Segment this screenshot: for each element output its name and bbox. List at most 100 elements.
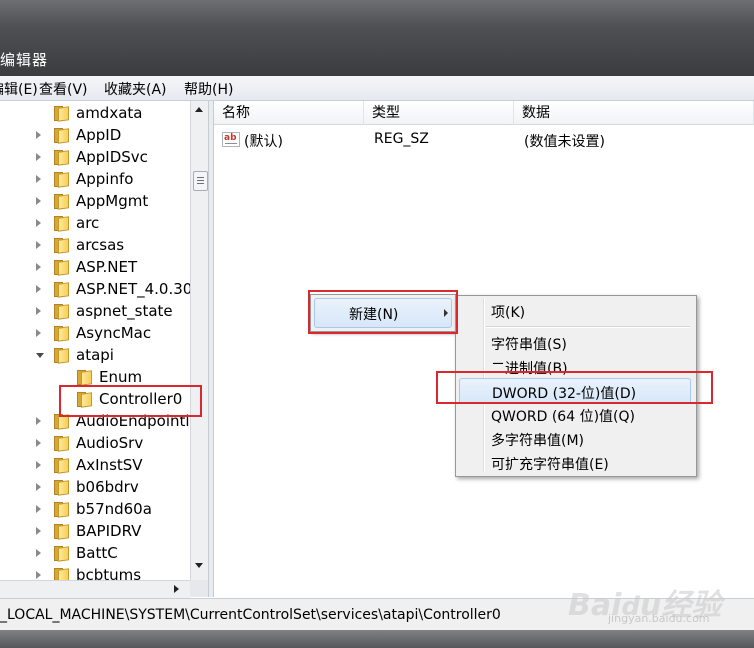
tree-item-controller0[interactable]: Controller0: [0, 389, 190, 411]
tree-item-asyncmac[interactable]: AsyncMac: [0, 323, 190, 345]
expand-arrow-icon[interactable]: [36, 439, 41, 447]
scroll-down-arrow-icon[interactable]: [195, 563, 203, 568]
tree-item-amdxata[interactable]: amdxata: [0, 103, 190, 125]
submenu-item-binary-value[interactable]: 二进制值(B): [459, 356, 691, 378]
context-menu: 新建(N): [310, 294, 456, 332]
tree-item-label: Controller0: [99, 390, 183, 408]
folder-icon: [77, 392, 93, 408]
expand-arrow-icon[interactable]: [36, 505, 41, 513]
menu-separator: [486, 326, 690, 328]
menu-help[interactable]: 帮助(H): [184, 79, 233, 99]
registry-tree[interactable]: amdxata AppID AppIDSvc Appinfo AppMgmt arc arc…: [0, 101, 190, 580]
folder-icon: [54, 568, 70, 580]
expand-arrow-icon[interactable]: [36, 285, 41, 293]
expand-arrow-icon[interactable]: [36, 483, 41, 491]
scroll-thumb[interactable]: [193, 171, 208, 191]
value-data: (数值未设置): [524, 134, 605, 150]
tree-item-asp-net[interactable]: ASP.NET: [0, 257, 190, 279]
submenu-item-label: 项(K): [491, 305, 526, 321]
tree-item-label: BattC: [76, 544, 118, 562]
menu-bar: 编辑(E) 查看(V) 收藏夹(A) 帮助(H): [0, 76, 754, 101]
submenu-item-qword-value[interactable]: QWORD (64 位)值(Q): [459, 404, 691, 426]
value-type: REG_SZ: [374, 131, 429, 147]
menu-edit[interactable]: 编辑(E): [0, 79, 38, 99]
tree-item-appinfo[interactable]: Appinfo: [0, 169, 190, 191]
folder-icon: [54, 546, 70, 562]
expand-arrow-icon[interactable]: [36, 263, 41, 271]
baidu-watermark-logo: Baidu经验 jingyan.baidu.com: [568, 588, 722, 625]
tree-item-aspnet-state[interactable]: aspnet_state: [0, 301, 190, 323]
expand-arrow-icon[interactable]: [36, 417, 41, 425]
submenu-item-dword-value[interactable]: DWORD (32-位)值(D): [459, 378, 691, 404]
collapse-arrow-icon[interactable]: [36, 353, 44, 358]
folder-icon: [54, 458, 70, 474]
submenu-item-label: 二进制值(B): [491, 361, 568, 377]
submenu-arrow-icon: [444, 309, 448, 317]
folder-icon: [54, 238, 70, 254]
tree-vertical-scrollbar[interactable]: [190, 101, 208, 580]
submenu-item-key[interactable]: 项(K): [459, 300, 691, 322]
folder-icon: [54, 524, 70, 540]
expand-arrow-icon[interactable]: [36, 571, 41, 579]
expand-arrow-icon[interactable]: [36, 329, 41, 337]
tree-item-b57nd60a[interactable]: b57nd60a: [0, 499, 190, 521]
expand-arrow-icon[interactable]: [36, 219, 41, 227]
submenu-item-multi-string-value[interactable]: 多字符串值(M): [459, 428, 691, 450]
folder-icon: [54, 502, 70, 518]
tree-item-enum[interactable]: Enum: [0, 367, 190, 389]
folder-icon: [54, 436, 70, 452]
string-value-icon: ab: [222, 132, 240, 147]
column-header-data[interactable]: 数据: [514, 101, 754, 125]
tree-horizontal-scrollbar[interactable]: [0, 580, 190, 598]
expand-arrow-icon[interactable]: [36, 197, 41, 205]
expand-arrow-icon[interactable]: [36, 131, 41, 139]
tree-item-appmgmt[interactable]: AppMgmt: [0, 191, 190, 213]
tree-item-label: Appinfo: [76, 170, 134, 188]
expand-arrow-icon[interactable]: [36, 461, 41, 469]
expand-arrow-icon[interactable]: [36, 241, 41, 249]
tree-item-arc[interactable]: arc: [0, 213, 190, 235]
tree-item-appidsvc[interactable]: AppIDSvc: [0, 147, 190, 169]
tree-item-appid[interactable]: AppID: [0, 125, 190, 147]
expand-arrow-icon[interactable]: [36, 307, 41, 315]
window-title: 编辑器: [0, 51, 49, 69]
tree-item-label: b57nd60a: [76, 500, 152, 518]
column-header-type[interactable]: 类型: [364, 101, 514, 125]
submenu-item-string-value[interactable]: 字符串值(S): [459, 332, 691, 354]
tree-item-axinstsv[interactable]: AxInstSV: [0, 455, 190, 477]
scroll-up-arrow-icon[interactable]: [195, 107, 203, 112]
context-menu-new[interactable]: 新建(N): [314, 298, 452, 328]
tree-item-b06bdrv[interactable]: b06bdrv: [0, 477, 190, 499]
folder-icon: [54, 194, 70, 210]
submenu-item-label: DWORD (32-位)值(D): [492, 386, 637, 402]
tree-item-label: AppIDSvc: [76, 148, 148, 166]
tree-item-audiosrv[interactable]: AudioSrv: [0, 433, 190, 455]
title-bar: 编辑器: [0, 0, 754, 76]
folder-icon: [54, 128, 70, 144]
tree-item-label: ASP.NET: [76, 258, 138, 276]
column-header-name[interactable]: 名称: [214, 101, 364, 125]
submenu-item-expandable-string-value[interactable]: 可扩充字符串值(E): [459, 452, 691, 474]
scroll-right-arrow-icon[interactable]: [174, 585, 179, 593]
menu-favorites[interactable]: 收藏夹(A): [104, 79, 167, 99]
tree-item-atapi[interactable]: atapi: [0, 345, 190, 367]
tree-item-bapidrv[interactable]: BAPIDRV: [0, 521, 190, 543]
expand-arrow-icon[interactable]: [36, 175, 41, 183]
tree-item-battc[interactable]: BattC: [0, 543, 190, 565]
expand-arrow-icon[interactable]: [36, 153, 41, 161]
tree-item-audioendpointl[interactable]: AudioEndpointl: [0, 411, 190, 433]
folder-icon: [54, 106, 70, 122]
submenu-item-label: 多字符串值(M): [491, 433, 585, 449]
expand-arrow-icon[interactable]: [36, 527, 41, 535]
tree-item-arcsas[interactable]: arcsas: [0, 235, 190, 257]
value-row[interactable]: ab (默认) REG_SZ (数值未设置): [214, 129, 754, 151]
expand-arrow-icon[interactable]: [36, 549, 41, 557]
tree-item-label: BAPIDRV: [76, 522, 142, 540]
tree-item-bcbtums[interactable]: bcbtums: [0, 565, 190, 580]
folder-icon: [54, 150, 70, 166]
tree-item-asp-net-4-0-30[interactable]: ASP.NET_4.0.30: [0, 279, 190, 301]
status-path: _LOCAL_MACHINE\SYSTEM\CurrentControlSet\…: [0, 607, 501, 623]
menu-view[interactable]: 查看(V): [39, 79, 88, 99]
folder-icon: [77, 370, 93, 386]
tree-item-label: atapi: [76, 346, 114, 364]
